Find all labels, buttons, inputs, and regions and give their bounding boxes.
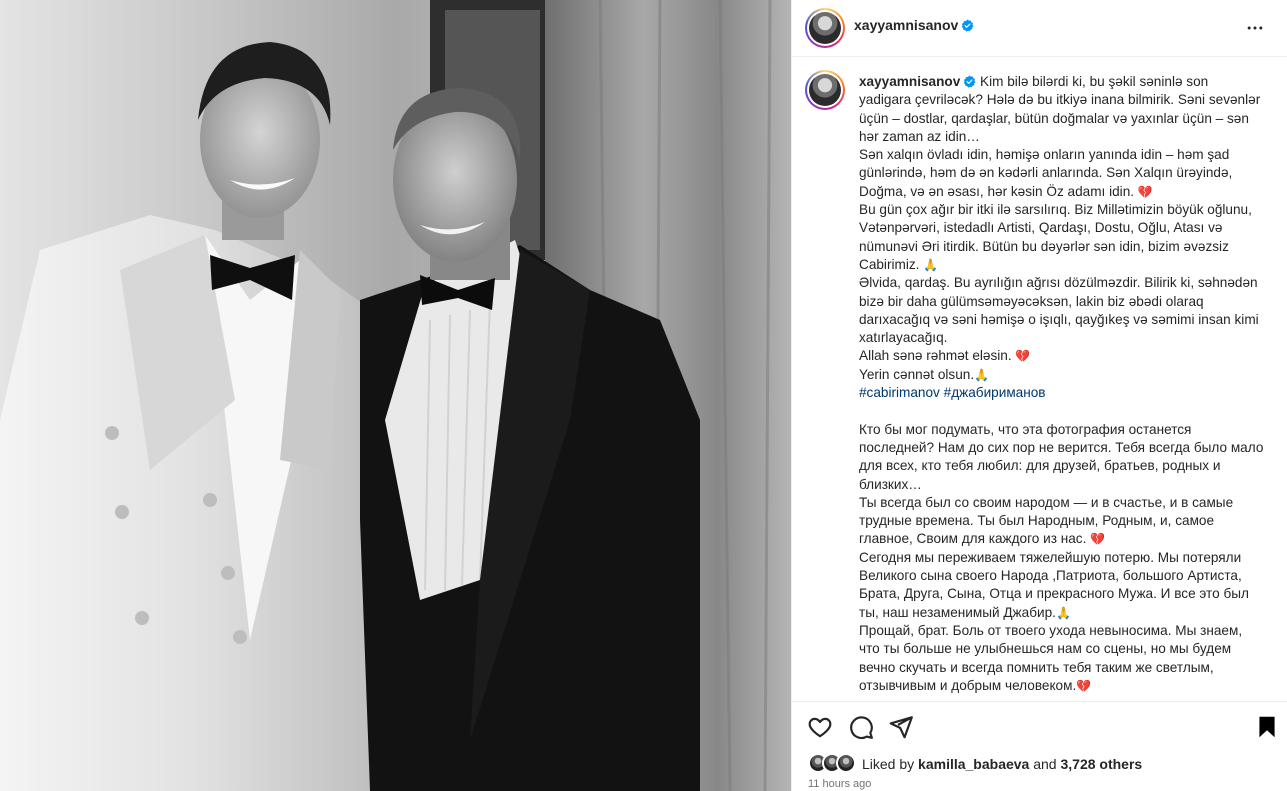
author-username-text[interactable]: xayyamnisanov xyxy=(854,17,958,33)
hashtag-link[interactable]: #cabirimanov xyxy=(859,385,940,400)
post-action-bar xyxy=(792,701,1287,751)
verified-badge-icon xyxy=(964,75,976,88)
post-caption: xayyamnisanov Kim bilə bilərdi ki, bu şə… xyxy=(859,73,1264,695)
verified-badge-icon xyxy=(962,19,974,32)
comment-bubble-icon[interactable] xyxy=(848,714,874,740)
paper-plane-icon[interactable] xyxy=(888,714,914,740)
hashtag-link[interactable]: #джабириманов xyxy=(944,385,1046,400)
caption-ru-paragraph-3: Сегодня мы переживаем тяжелейшую потерю.… xyxy=(859,549,1249,620)
caption-area: xayyamnisanov Kim bilə bilərdi ki, bu şə… xyxy=(792,57,1287,701)
likes-text: Liked by kamilla_babaeva and 3,728 other… xyxy=(862,756,1142,772)
caption-author-avatar[interactable] xyxy=(805,70,845,110)
caption-az-paragraph-4: Əlvida, qardaş. Bu ayrılığın ağrısı dözü… xyxy=(859,275,1259,346)
likes-summary: Liked by kamilla_babaeva and 3,728 other… xyxy=(808,751,1278,777)
caption-ru-paragraph-4: Прощай, брат. Боль от твоего ухода невын… xyxy=(859,622,1243,693)
post-side-panel: xayyamnisanov xayyamnisanov Kim bilə bil… xyxy=(791,0,1287,791)
heart-outline-icon[interactable] xyxy=(807,714,833,740)
caption-az-paragraph-3: Bu gün çox ağır bir itki ilə sarsılırıq.… xyxy=(859,202,1252,272)
likes-prefix: Liked by xyxy=(862,756,915,772)
liker-avatar[interactable] xyxy=(836,753,856,773)
bookmark-filled-icon[interactable] xyxy=(1254,714,1280,740)
author-username-header[interactable]: xayyamnisanov xyxy=(854,17,974,33)
caption-az-paragraph-6: Yerin cənnət olsun. xyxy=(859,366,975,382)
post-photo[interactable] xyxy=(0,0,791,791)
liker-username[interactable]: kamilla_babaeva xyxy=(918,756,1029,772)
post-image xyxy=(0,0,791,791)
likes-joiner: and xyxy=(1033,756,1057,772)
author-avatar[interactable] xyxy=(805,8,845,48)
caption-az-paragraph-2: Sən xalqın övladı idin, həmişə onların y… xyxy=(859,147,1233,199)
post-header: xayyamnisanov xyxy=(792,0,1287,57)
broken-heart-emoji: 💔 xyxy=(1137,184,1153,199)
likes-others-count[interactable]: 3,728 others xyxy=(1060,756,1142,772)
broken-heart-emoji: 💔 xyxy=(1076,678,1092,693)
post-timestamp[interactable]: 11 hours ago xyxy=(808,778,871,790)
caption-az-paragraph-5: Allah sənə rəhmət eləsin. xyxy=(859,348,1012,364)
pray-emoji: 🙏 xyxy=(1055,605,1071,620)
caption-ru-paragraph-2: Ты всегда был со своим народом — и в сча… xyxy=(859,494,1234,547)
broken-heart-emoji: 💔 xyxy=(1090,532,1106,547)
caption-username[interactable]: xayyamnisanov xyxy=(859,74,960,89)
caption-ru-paragraph-1: Кто бы мог подумать, что эта фотография … xyxy=(859,421,1264,492)
pray-emoji: 🙏 xyxy=(923,257,939,272)
pray-emoji: 🙏 xyxy=(974,367,990,382)
more-horizontal-icon[interactable] xyxy=(1244,18,1266,38)
broken-heart-emoji: 💔 xyxy=(1015,349,1031,364)
